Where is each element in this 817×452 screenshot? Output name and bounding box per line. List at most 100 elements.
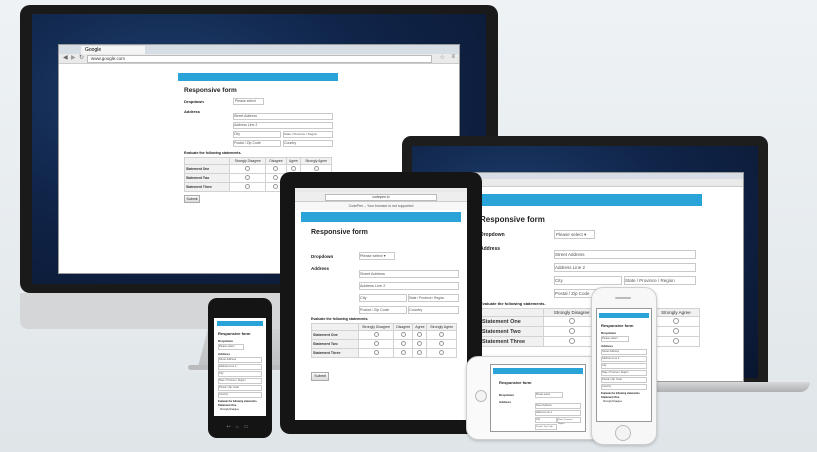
dropdown-select[interactable]: Please select xyxy=(535,392,563,398)
address2-field[interactable]: Address Line 2 xyxy=(535,410,581,416)
dropdown-select[interactable]: Please select xyxy=(601,336,629,342)
reload-icon[interactable]: ↻ xyxy=(79,54,84,61)
city-field[interactable]: City xyxy=(218,371,262,377)
radio-button[interactable] xyxy=(672,328,679,334)
postal-placeholder: Postal / Zip Code xyxy=(536,426,553,428)
dropdown-value: Please select xyxy=(602,337,618,340)
address2-field[interactable]: Address Line 2 xyxy=(359,282,459,290)
street-field[interactable]: Street Address xyxy=(233,113,333,120)
address-bar[interactable]: www.google.com xyxy=(87,55,432,63)
state-placeholder: State / Province / Region xyxy=(602,371,629,374)
radio-button[interactable] xyxy=(672,318,679,324)
radio-button[interactable] xyxy=(568,328,575,334)
form-title: Responsive form xyxy=(480,215,545,224)
address2-field[interactable]: Address Line 2 xyxy=(233,122,333,129)
state-field[interactable]: State / Province / Region xyxy=(557,417,581,425)
state-field[interactable]: State / Province / Region xyxy=(601,370,647,376)
postal-field[interactable]: Postal / Zip Code xyxy=(233,140,281,147)
browser-tab[interactable]: Google xyxy=(81,46,145,54)
street-placeholder: Street Address xyxy=(536,404,552,407)
radio-button[interactable] xyxy=(245,166,251,171)
radio-button[interactable] xyxy=(439,341,445,346)
radio-button[interactable] xyxy=(417,350,423,355)
table-corner xyxy=(311,323,359,331)
back-icon[interactable]: ↩ xyxy=(227,424,236,430)
postal-placeholder: Postal / Zip Code xyxy=(360,308,390,312)
radio-button[interactable] xyxy=(439,332,445,337)
radio-button[interactable] xyxy=(400,332,406,337)
state-field[interactable]: State / Province / Region xyxy=(283,131,333,138)
menu-icon[interactable]: ≡ xyxy=(451,54,455,60)
radio-button[interactable] xyxy=(273,184,279,189)
postal-field[interactable]: Postal / Zip Code xyxy=(218,385,262,391)
postal-field[interactable]: Postal / Zip Code xyxy=(535,424,557,430)
country-field[interactable]: Country xyxy=(218,392,262,398)
country-field[interactable]: Country xyxy=(601,384,647,390)
city-field[interactable]: City xyxy=(601,363,647,369)
radio-button[interactable] xyxy=(290,166,296,171)
address-label: Address xyxy=(218,352,231,356)
radio-button[interactable] xyxy=(439,350,445,355)
radio-button[interactable] xyxy=(672,338,679,344)
city-field[interactable]: City xyxy=(535,417,557,423)
dropdown-label: Dropdown xyxy=(499,393,514,397)
postal-field[interactable]: Postal / Zip Code xyxy=(601,377,647,383)
form-title: Responsive form xyxy=(601,323,634,328)
submit-button[interactable]: Submit xyxy=(311,372,329,381)
statement-label: Statement One xyxy=(601,396,620,399)
address-url: www.google.com xyxy=(91,56,126,61)
evaluate-text: Evaluate the following statements. xyxy=(601,392,641,395)
tablet-notice: CodePen – Your browser is not supported xyxy=(295,202,467,210)
android-screen: Responsive form Dropdown Please select A… xyxy=(214,318,266,416)
forward-icon[interactable]: ▶ xyxy=(71,54,76,61)
address2-field[interactable]: Address Line 2 xyxy=(554,263,696,272)
radio-button[interactable] xyxy=(273,166,279,171)
radio-button[interactable] xyxy=(400,350,406,355)
radio-button[interactable] xyxy=(273,175,279,180)
radio-button[interactable] xyxy=(400,341,406,346)
radio-button[interactable] xyxy=(417,332,423,337)
street-placeholder: Street Address xyxy=(360,272,385,276)
radio-button[interactable] xyxy=(373,350,379,355)
city-field[interactable]: City xyxy=(359,294,407,302)
city-field[interactable]: City xyxy=(233,131,281,138)
radio-button[interactable] xyxy=(417,341,423,346)
radio-button[interactable] xyxy=(313,166,319,171)
iphone-home-button[interactable] xyxy=(615,425,631,441)
street-field[interactable]: Street Address xyxy=(554,250,696,259)
street-field[interactable]: Street Address xyxy=(359,270,459,278)
country-field[interactable]: Country xyxy=(408,306,459,314)
browser-toolbar: ◀ ▶ ↻ www.google.com ☆ ≡ xyxy=(59,54,459,64)
tablet-address-bar[interactable]: codepen.io xyxy=(325,194,437,201)
radio-button[interactable] xyxy=(568,318,575,324)
address2-field[interactable]: Address Line 2 xyxy=(218,364,262,370)
star-icon[interactable]: ☆ xyxy=(440,54,445,61)
address2-field[interactable]: Address Line 2 xyxy=(601,356,647,362)
street-field[interactable]: Street Address xyxy=(601,349,647,355)
radio-button[interactable] xyxy=(373,332,379,337)
radio-button[interactable] xyxy=(245,184,251,189)
state-field[interactable]: State / Province / Region xyxy=(408,294,459,302)
street-placeholder: Street Address xyxy=(219,358,237,361)
home-icon[interactable]: ⌂ xyxy=(236,424,244,430)
recent-apps-icon[interactable]: ▭ xyxy=(244,424,254,430)
state-field[interactable]: State / Province / Region xyxy=(218,378,262,384)
dropdown-label: Dropdown xyxy=(218,339,233,343)
street-field[interactable]: Street Address xyxy=(535,403,581,409)
dropdown-select[interactable]: Please select ▾ xyxy=(554,230,595,239)
state-field[interactable]: State / Province / Region xyxy=(624,276,696,285)
street-field[interactable]: Street Address xyxy=(218,357,262,363)
postal-field[interactable]: Postal / Zip Code xyxy=(359,306,407,314)
back-icon[interactable]: ◀ xyxy=(63,54,68,61)
submit-button[interactable]: Submit xyxy=(184,195,200,203)
landscape-home-button[interactable] xyxy=(475,390,487,402)
dropdown-select[interactable]: Please select xyxy=(233,98,264,105)
city-field[interactable]: City xyxy=(554,276,622,285)
dropdown-select[interactable]: Please select ▾ xyxy=(359,252,395,260)
radio-button[interactable] xyxy=(245,175,251,180)
radio-button[interactable] xyxy=(373,341,379,346)
country-field[interactable]: Country xyxy=(283,140,333,147)
dropdown-select[interactable]: Please select xyxy=(218,344,244,350)
radio-button[interactable] xyxy=(568,338,575,344)
column-header: Strongly Disagree xyxy=(228,157,267,165)
